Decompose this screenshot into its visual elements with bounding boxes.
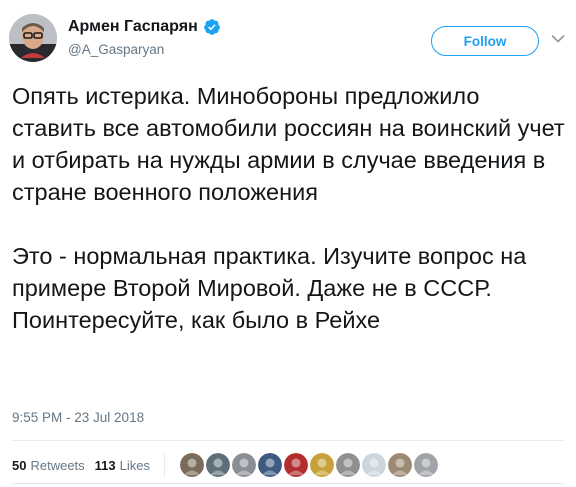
tweet-paragraph: Это - нормальная практика. Изучите вопро… <box>12 243 527 333</box>
likes-label: Likes <box>119 457 151 473</box>
likers-avatars <box>179 452 440 478</box>
avatar-photo-icon <box>9 14 57 62</box>
author-display-name[interactable]: Армен Гаспарян <box>68 18 198 36</box>
stats-separator <box>164 452 166 478</box>
user-avatar-7-icon[interactable] <box>335 452 362 478</box>
author-avatar[interactable] <box>9 14 57 62</box>
user-avatar-8-icon[interactable] <box>361 452 388 478</box>
user-avatar-3-icon[interactable] <box>231 452 258 478</box>
verified-badge-icon <box>203 19 220 35</box>
divider <box>12 483 564 484</box>
tweet-text: Опять истерика. Минобороны предложило ст… <box>12 80 568 336</box>
divider <box>12 440 564 441</box>
user-avatar-1-icon[interactable] <box>179 452 206 478</box>
user-avatar-2-icon[interactable] <box>205 452 232 478</box>
tweet-timestamp[interactable]: 9:55 PM - 23 Jul 2018 <box>12 410 144 425</box>
likes-count: 113 <box>94 457 116 473</box>
likes-stat[interactable]: 113 Likes <box>95 458 150 473</box>
user-avatar-6-icon[interactable] <box>309 452 336 478</box>
author-handle[interactable]: @A_Gasparyan <box>68 42 221 57</box>
user-avatar-5-icon[interactable] <box>283 452 310 478</box>
author-block: Армен Гаспарян @A_Gasparyan <box>68 16 221 57</box>
user-avatar-4-icon[interactable] <box>257 452 284 478</box>
chevron-down-icon[interactable] <box>551 34 565 44</box>
retweets-stat[interactable]: 50 Retweets <box>12 458 85 473</box>
tweet-stats: 50 Retweets 113 Likes <box>12 452 440 478</box>
tweet-paragraph: Опять истерика. Минобороны предложило ст… <box>12 83 565 205</box>
user-avatar-10-icon[interactable] <box>413 452 440 478</box>
retweets-label: Retweets <box>30 457 85 473</box>
retweets-count: 50 <box>12 457 27 473</box>
follow-button[interactable]: Follow <box>431 26 539 56</box>
user-avatar-9-icon[interactable] <box>387 452 414 478</box>
